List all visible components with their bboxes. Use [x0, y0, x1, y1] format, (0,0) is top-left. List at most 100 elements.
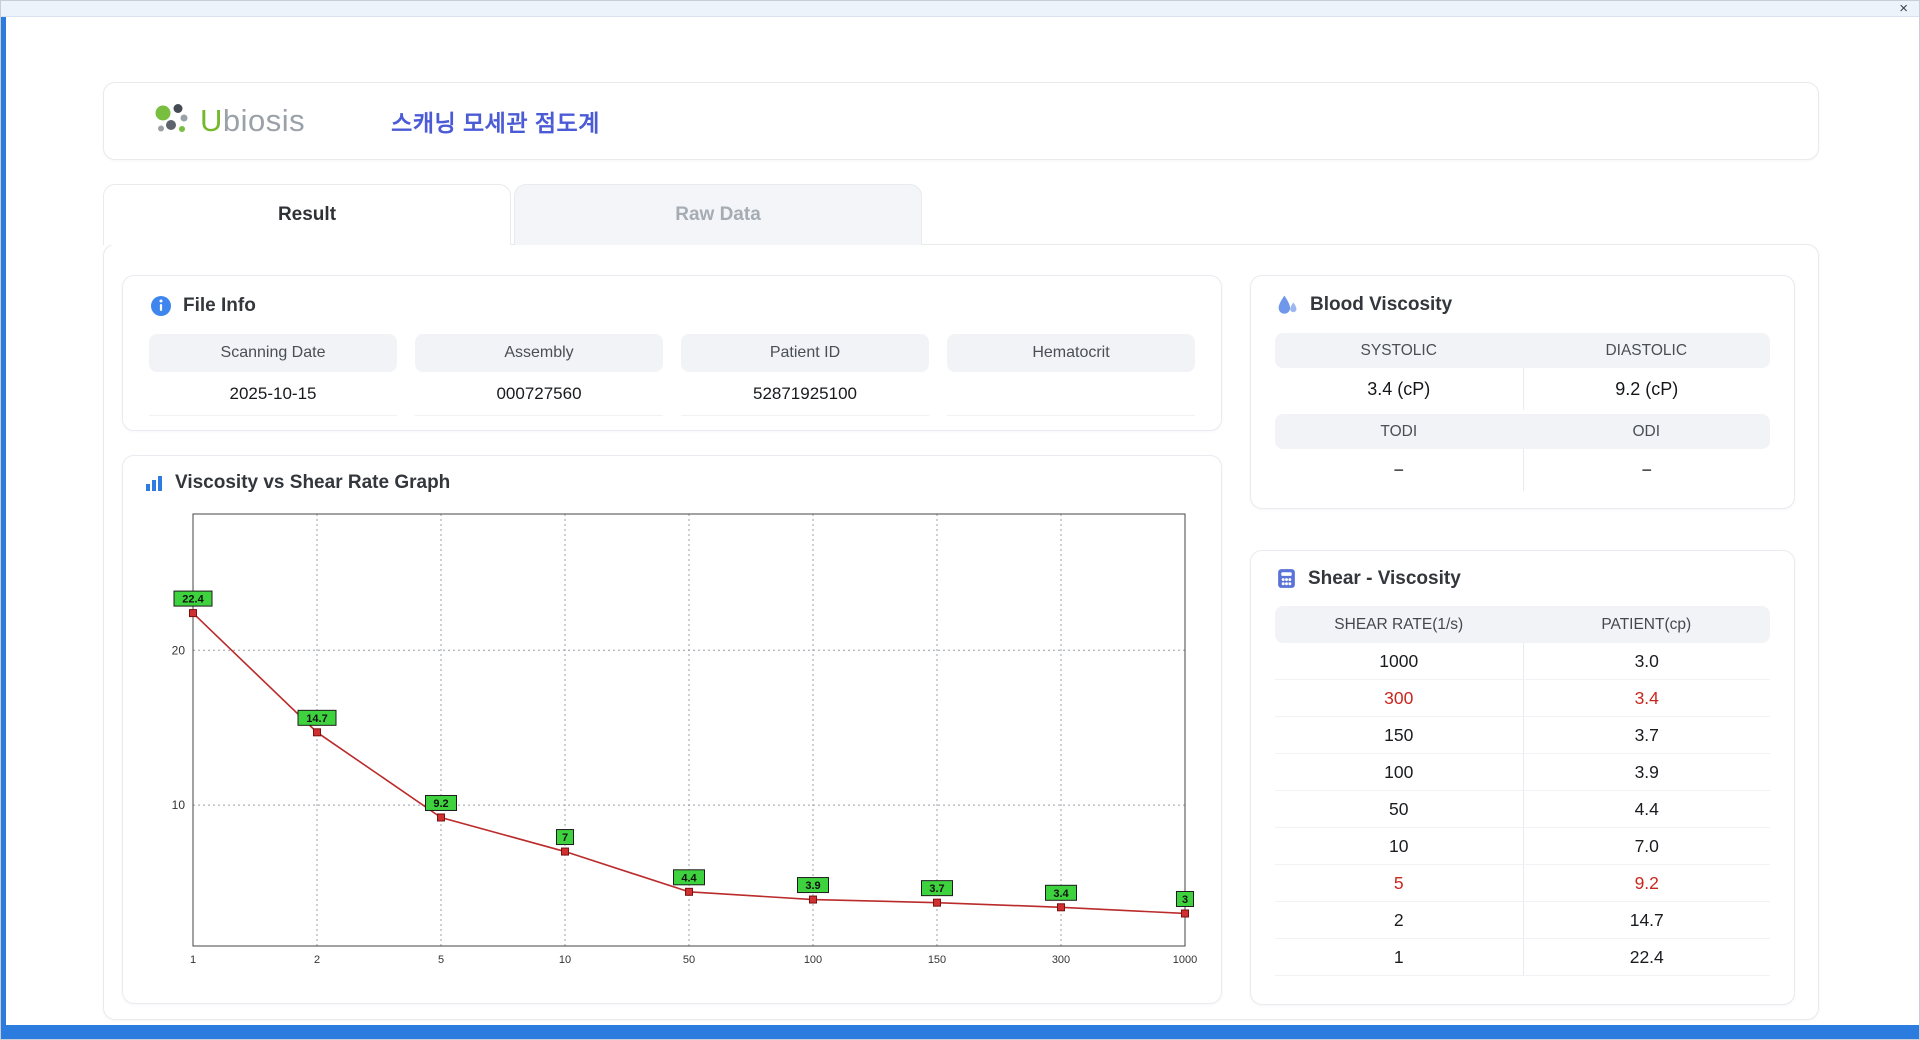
patient-cell: 7.0 — [1522, 828, 1771, 864]
svg-text:4.4: 4.4 — [681, 872, 697, 884]
todi-odi-value-row: − − — [1275, 449, 1770, 491]
shear-viscosity-heading: Shear - Viscosity — [1275, 567, 1770, 590]
table-row: 1000 3.0 — [1275, 643, 1770, 680]
field-value: 2025-10-15 — [149, 372, 397, 416]
patient-cell: 4.4 — [1522, 791, 1771, 827]
svg-text:1: 1 — [190, 954, 196, 966]
odi-value: − — [1522, 449, 1771, 491]
tab-result[interactable]: Result — [103, 184, 511, 245]
blood-viscosity-value-row: 3.4 (cP) 9.2 (cP) — [1275, 368, 1770, 410]
svg-text:3.4: 3.4 — [1053, 888, 1069, 900]
shear-rate-cell: 2 — [1393, 909, 1404, 930]
svg-text:3.9: 3.9 — [805, 880, 820, 892]
table-row: 10 7.0 — [1275, 828, 1770, 865]
svg-text:3: 3 — [1182, 894, 1188, 906]
patient-column-header: PATIENT(cp) — [1601, 615, 1692, 633]
blood-viscosity-header-row: SYSTOLIC DIASTOLIC — [1275, 333, 1770, 368]
field-label: Scanning Date — [149, 334, 397, 372]
todi-label: TODI — [1275, 414, 1523, 449]
info-icon — [151, 296, 171, 316]
shear-viscosity-title: Shear - Viscosity — [1308, 567, 1461, 589]
svg-text:1000: 1000 — [1173, 954, 1197, 966]
logo-text: Ubiosis — [200, 103, 306, 138]
svg-text:300: 300 — [1052, 954, 1070, 966]
right-column: Blood Viscosity SYSTOLIC DIASTOLIC 3.4 (… — [1250, 275, 1795, 1019]
page-title: 스캐닝 모세관 점도계 — [391, 110, 600, 136]
svg-text:10: 10 — [559, 954, 571, 966]
table-row: 2 14.7 — [1275, 902, 1770, 939]
field-patient-id: Patient ID 52871925100 — [681, 334, 929, 416]
shear-viscosity-section: Shear - Viscosity SHEAR RATE(1/s) PATIEN… — [1250, 550, 1795, 1005]
patient-cell: 3.0 — [1522, 643, 1771, 679]
blood-viscosity-heading: Blood Viscosity — [1275, 292, 1770, 317]
svg-text:10: 10 — [172, 798, 186, 812]
svg-text:7: 7 — [562, 832, 568, 844]
graph-heading: Viscosity vs Shear Rate Graph — [143, 472, 1213, 494]
shear-rate-cell: 1 — [1393, 946, 1404, 967]
diastolic-label: DIASTOLIC — [1522, 333, 1770, 368]
svg-text:14.7: 14.7 — [306, 713, 327, 725]
shear-rate-cell: 5 — [1393, 872, 1404, 893]
svg-text:150: 150 — [928, 954, 946, 966]
table-row: 100 3.9 — [1275, 754, 1770, 791]
svg-text:9.2: 9.2 — [433, 798, 448, 810]
systolic-value: 3.4 (cP) — [1367, 378, 1431, 399]
blood-viscosity-section: Blood Viscosity SYSTOLIC DIASTOLIC 3.4 (… — [1250, 275, 1795, 509]
odi-label: ODI — [1522, 414, 1770, 449]
close-icon[interactable]: × — [1899, 0, 1908, 17]
shear-table-header: SHEAR RATE(1/s) PATIENT(cp) — [1275, 606, 1770, 643]
content-card: File Info Scanning Date 2025-10-15 Assem… — [103, 244, 1819, 1020]
field-value: 000727560 — [415, 372, 663, 416]
left-accent-bar — [0, 17, 6, 1040]
ubiosis-logo: Ubiosis — [150, 100, 305, 142]
patient-cell: 22.4 — [1522, 939, 1771, 975]
field-label: Assembly — [415, 334, 663, 372]
table-row: 5 9.2 — [1275, 865, 1770, 902]
file-info-fields: Scanning Date 2025-10-15 Assembly 000727… — [149, 334, 1195, 416]
patient-cell: 9.2 — [1522, 865, 1771, 901]
svg-text:20: 20 — [172, 643, 186, 657]
tab-raw-data[interactable]: Raw Data — [514, 184, 922, 245]
todi-odi-header-row: TODI ODI — [1275, 414, 1770, 449]
svg-text:100: 100 — [804, 954, 822, 966]
titlebar: × — [0, 0, 1920, 17]
shear-rate-cell: 300 — [1384, 687, 1414, 708]
droplet-icon — [1278, 295, 1297, 314]
field-label: Hematocrit — [947, 334, 1195, 372]
svg-text:2: 2 — [314, 954, 320, 966]
file-info-title: File Info — [183, 295, 256, 316]
diastolic-value: 9.2 (cP) — [1522, 368, 1771, 410]
blood-viscosity-title: Blood Viscosity — [1310, 293, 1453, 315]
patient-cell: 14.7 — [1522, 902, 1771, 938]
calculator-icon — [1278, 569, 1295, 588]
table-row: 50 4.4 — [1275, 791, 1770, 828]
app-window: Ubiosis 스캐닝 모세관 점도계 Result Raw Data File… — [103, 82, 1819, 1020]
file-info-heading: File Info — [149, 294, 1195, 318]
patient-cell: 3.4 — [1522, 680, 1771, 716]
systolic-label: SYSTOLIC — [1275, 333, 1523, 368]
graph-section: Viscosity vs Shear Rate Graph 10 20 1 2 5 10 5… — [122, 455, 1222, 1004]
header-card: Ubiosis 스캐닝 모세관 점도계 — [103, 82, 1819, 160]
table-row: 1 22.4 — [1275, 939, 1770, 976]
table-row: 150 3.7 — [1275, 717, 1770, 754]
bottom-accent-bar — [0, 1025, 1920, 1040]
graph-title: Viscosity vs Shear Rate Graph — [175, 472, 451, 493]
shear-rate-cell: 50 — [1389, 798, 1409, 819]
shear-rate-cell: 1000 — [1379, 650, 1419, 671]
shear-rate-column-header: SHEAR RATE(1/s) — [1334, 615, 1464, 633]
viscosity-chart: 10 20 1 2 5 10 50 100 150 300 1000 22.4 14.7 9.2 7 4.4 3… — [172, 513, 1197, 966]
shear-rate-cell: 10 — [1389, 835, 1409, 856]
tab-bar: Result Raw Data — [103, 184, 1819, 245]
patient-cell: 3.7 — [1522, 717, 1771, 753]
bar-chart-icon — [146, 476, 162, 491]
left-column: File Info Scanning Date 2025-10-15 Assem… — [122, 275, 1222, 1019]
svg-text:22.4: 22.4 — [182, 594, 204, 606]
field-scanning-date: Scanning Date 2025-10-15 — [149, 334, 397, 416]
shear-rate-cell: 150 — [1384, 724, 1414, 745]
field-value — [947, 372, 1195, 416]
patient-cell: 3.9 — [1522, 754, 1771, 790]
table-row: 300 3.4 — [1275, 680, 1770, 717]
shear-rate-cell: 100 — [1384, 761, 1414, 782]
field-assembly: Assembly 000727560 — [415, 334, 663, 416]
file-info-section: File Info Scanning Date 2025-10-15 Assem… — [122, 275, 1222, 431]
